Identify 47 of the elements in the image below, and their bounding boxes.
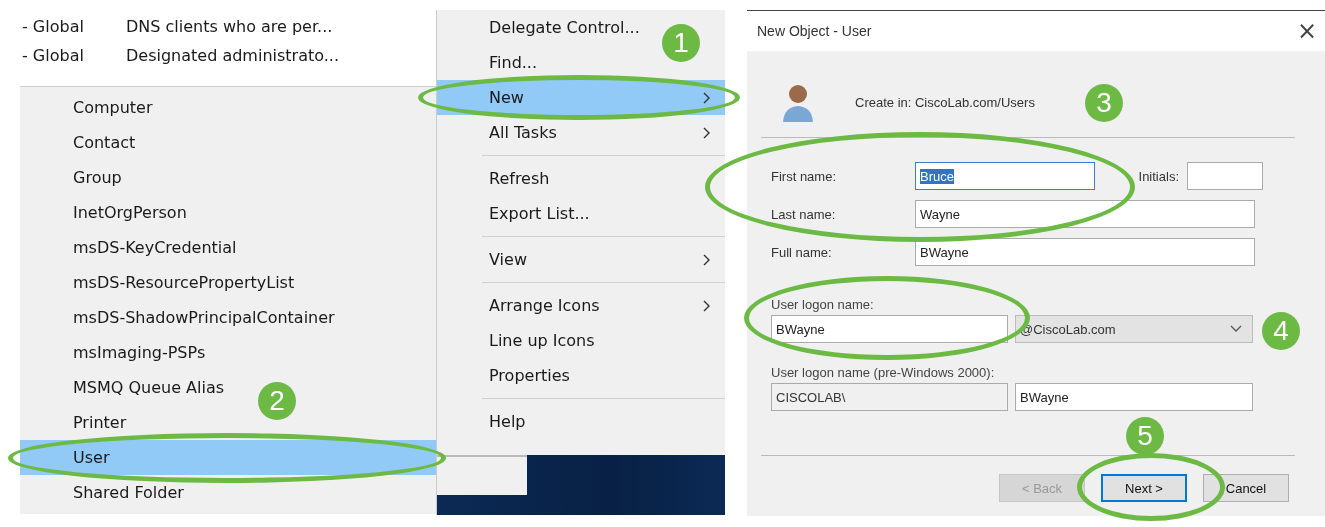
field-label: Full name: <box>771 244 833 260</box>
menu-item[interactable]: InetOrgPerson <box>20 195 187 230</box>
field-label: First name: <box>771 168 837 184</box>
menu-item[interactable]: Line up Icons <box>437 323 609 358</box>
field-label: Last name: <box>771 206 837 222</box>
menu-item[interactable]: Group <box>20 160 122 195</box>
input-field[interactable] <box>1187 162 1263 190</box>
menu-item[interactable]: User <box>20 440 436 475</box>
dialog-button[interactable]: Cancel <box>1203 474 1289 502</box>
menu-item[interactable]: Export List... <box>437 196 604 231</box>
menu-item[interactable]: Shared Folder <box>20 475 184 510</box>
input-field: CISCOLAB\ <box>771 383 1008 411</box>
group-type-text: - Global <box>22 46 85 65</box>
menu-item[interactable]: Help <box>437 404 540 439</box>
menu-item[interactable]: Arrange Icons <box>437 288 725 323</box>
menu-item[interactable]: Printer <box>20 405 127 440</box>
menu-item[interactable]: Computer <box>20 90 153 125</box>
field-label: User logon name (pre-Windows 2000): <box>771 365 995 380</box>
dialog-button[interactable]: Next > <box>1101 474 1187 502</box>
create-in-text: Create in: CiscoLab.com/Users <box>855 94 1035 110</box>
group-description-text: DNS clients who are per... <box>126 17 333 36</box>
input-field[interactable]: BWayne <box>771 315 1008 343</box>
menu-item[interactable]: msDS-ShadowPrincipalContainer <box>20 300 335 335</box>
menu-item[interactable]: msImaging-PSPs <box>20 335 206 370</box>
domain-dropdown[interactable]: @CiscoLab.com <box>1015 315 1253 343</box>
menu-item[interactable]: Refresh <box>437 161 564 196</box>
menu-item[interactable]: Find... <box>437 45 552 80</box>
menu-item[interactable]: Properties <box>437 358 584 393</box>
input-field[interactable]: Wayne <box>915 200 1255 228</box>
close-button[interactable]: × <box>1288 17 1325 45</box>
field-label: User logon name: <box>771 297 874 312</box>
menu-item[interactable]: MSMQ Queue Alias <box>20 370 225 405</box>
input-field[interactable]: BWayne <box>915 238 1255 266</box>
menu-item[interactable]: Contact <box>20 125 136 160</box>
group-description-text: Designated administrato... <box>126 46 339 65</box>
window-title: New Object - User <box>757 23 872 39</box>
menu-item[interactable]: New <box>437 80 725 115</box>
chevron-down-icon <box>1230 325 1242 333</box>
menu-item[interactable]: All Tasks <box>437 115 725 150</box>
input-field[interactable]: Bruce <box>915 162 1095 190</box>
menu-item[interactable]: Delegate Control... <box>437 10 654 45</box>
menu-item[interactable]: msDS-KeyCredential <box>20 230 237 265</box>
field-label: Initials: <box>1137 168 1180 184</box>
group-type-text: - Global <box>22 17 85 36</box>
menu-item[interactable]: View <box>437 242 725 277</box>
menu-item[interactable]: msDS-ResourcePropertyList <box>20 265 295 300</box>
input-field[interactable]: BWayne <box>1015 383 1253 411</box>
